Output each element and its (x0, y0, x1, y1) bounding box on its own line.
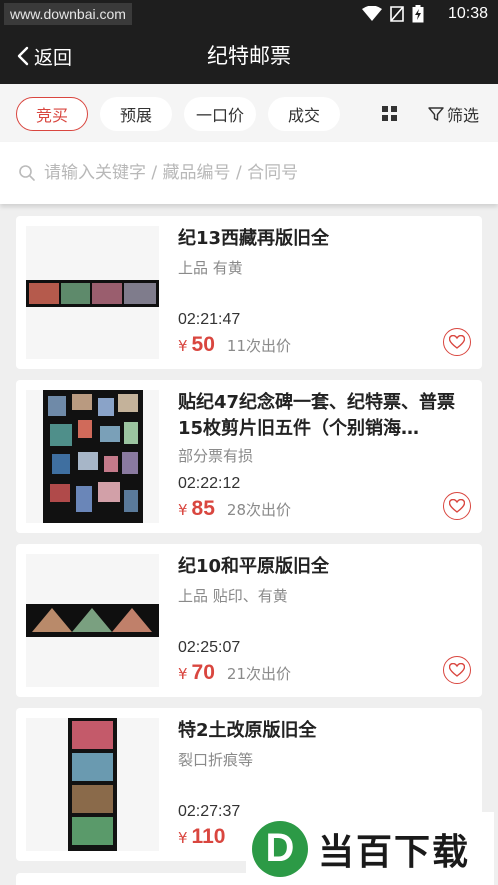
watermark-url: www.downbai.com (4, 3, 132, 25)
filter-label: 筛选 (447, 106, 480, 125)
bid-count: 11次出价 (226, 337, 291, 355)
watermark-logo: D (252, 820, 308, 877)
stamp-thumbnail (26, 554, 159, 687)
currency-symbol: ¥ (178, 665, 188, 683)
listing-condition: 裂口折痕等 (178, 751, 254, 769)
listing-countdown: 02:22:12 (178, 475, 241, 492)
status-bar: www.downbai.com 10:38 (0, 0, 498, 28)
listing-price: ¥ 85 28次出价 (178, 497, 291, 525)
no-sim-icon (390, 6, 404, 22)
listing-condition: 部分票有损 (178, 447, 254, 465)
stamp-thumbnail (26, 718, 159, 851)
price-value: 70 (191, 661, 215, 684)
tab-buy-now[interactable]: 一口价 (184, 97, 256, 131)
funnel-icon (428, 107, 444, 121)
battery-charging-icon (412, 5, 424, 23)
tab-sold[interactable]: 成交 (268, 97, 340, 131)
listing-price: ¥ 110 (178, 825, 237, 853)
currency-symbol: ¥ (178, 501, 188, 519)
tab-bidding[interactable]: 竞买 (16, 97, 88, 131)
listing-title: 纪10和平原版旧全 (178, 556, 330, 577)
listing-title: 贴纪47纪念碑一套、纪特票、普票15枚剪片旧五件（个别销海… (178, 392, 456, 439)
listing-title: 纪13西藏再版旧全 (178, 228, 330, 249)
listing-card[interactable]: 贴纪47纪念碑一套、纪特票、普票15枚剪片旧五件（个别销海… 部分票有损 02:… (16, 380, 482, 533)
search-icon (19, 165, 35, 181)
listing-condition: 上品 贴印、有黄 (178, 587, 288, 605)
price-value: 85 (191, 497, 215, 520)
currency-symbol: ¥ (178, 337, 188, 355)
favorite-button[interactable] (443, 328, 471, 356)
back-button[interactable]: 返回 (16, 42, 72, 70)
listing-countdown: 02:27:37 (178, 803, 241, 820)
wifi-icon (362, 6, 382, 21)
search-bar (0, 142, 498, 204)
nav-bar: 返回 纪特邮票 (0, 28, 498, 84)
listing-title: 特2土改原版旧全 (178, 720, 317, 741)
favorite-button[interactable] (443, 492, 471, 520)
grid-view-icon[interactable] (382, 106, 398, 122)
status-icons (362, 5, 424, 23)
listing-countdown: 02:21:47 (178, 311, 241, 328)
listing-price: ¥ 70 21次出价 (178, 661, 291, 689)
price-value: 110 (191, 825, 226, 848)
listing-card[interactable]: 纪13西藏再版旧全 上品 有黄 02:21:47 ¥ 50 11次出价 (16, 216, 482, 369)
search-input[interactable] (44, 163, 464, 183)
back-label: 返回 (34, 46, 73, 69)
listing-condition: 上品 有黄 (178, 259, 243, 277)
currency-symbol: ¥ (178, 829, 188, 847)
listing-price: ¥ 50 11次出价 (178, 333, 291, 361)
chevron-left-icon (17, 46, 29, 66)
listing-card[interactable]: 纪10和平原版旧全 上品 贴印、有黄 02:25:07 ¥ 70 21次出价 (16, 544, 482, 697)
stamp-thumbnail (26, 226, 159, 359)
stamp-thumbnail (26, 390, 159, 523)
listing-countdown: 02:25:07 (178, 639, 241, 656)
filter-bar: 竞买 预展 一口价 成交 (0, 84, 498, 142)
filter-button[interactable]: 筛选 (428, 100, 479, 128)
bid-count: 21次出价 (226, 665, 291, 683)
heart-icon (449, 663, 465, 677)
heart-icon (449, 499, 465, 513)
clock: 10:38 (447, 5, 488, 22)
watermark-text: 当百下载 (318, 831, 471, 873)
bid-count: 28次出价 (226, 501, 291, 519)
watermark-badge: D 当百下载 (246, 812, 494, 885)
heart-icon (449, 335, 465, 349)
tab-preview[interactable]: 预展 (100, 97, 172, 131)
page-title: 纪特邮票 (207, 44, 291, 68)
price-value: 50 (191, 333, 215, 356)
favorite-button[interactable] (443, 656, 471, 684)
